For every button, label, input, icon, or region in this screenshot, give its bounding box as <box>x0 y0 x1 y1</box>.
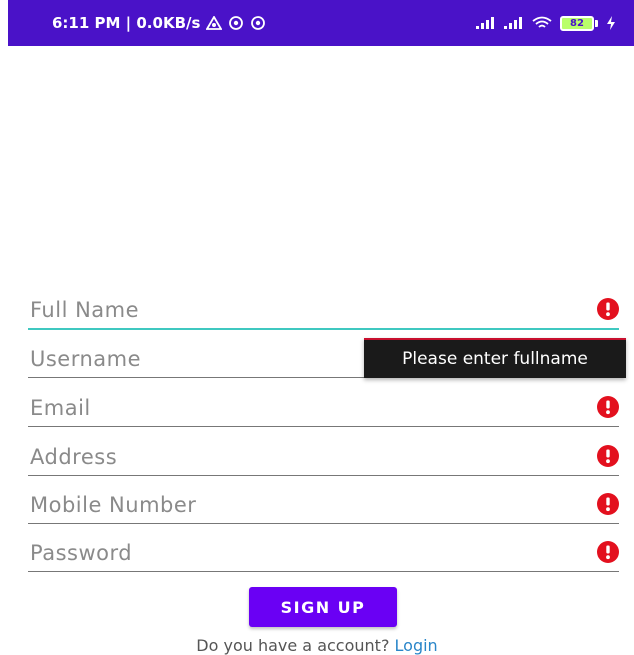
status-left: 6:11 PM | 0.0KB/s <box>52 14 266 32</box>
mobile-number-label: Mobile Number <box>30 493 197 517</box>
address-field[interactable]: Address <box>28 430 619 476</box>
full-name-label: Full Name <box>30 298 140 322</box>
status-bar: 6:11 PM | 0.0KB/s 82 <box>8 0 634 46</box>
alert-circle-icon <box>597 493 619 515</box>
charging-icon <box>606 16 616 30</box>
username-label: Username <box>30 347 142 371</box>
alert-circle-icon <box>597 445 619 467</box>
login-prompt: Do you have a account? Login <box>0 636 634 655</box>
alert-circle-icon <box>597 396 619 418</box>
alert-circle-icon <box>597 298 619 320</box>
signal-icon-2 <box>504 17 524 29</box>
password-field[interactable]: Password <box>28 526 619 572</box>
status-right: 82 <box>476 15 616 31</box>
email-field[interactable]: Email <box>28 381 619 427</box>
battery-level: 82 <box>560 15 594 31</box>
login-link[interactable]: Login <box>395 636 438 655</box>
alert-circle-icon <box>597 541 619 563</box>
error-tooltip: Please enter fullname <box>364 338 626 378</box>
sync-notification-icon-2 <box>250 15 266 31</box>
sync-notification-icon <box>228 15 244 31</box>
signal-icon <box>476 17 496 29</box>
full-name-field[interactable]: Full Name <box>28 284 619 330</box>
triangle-notification-icon <box>206 16 223 30</box>
login-prompt-text: Do you have a account? <box>196 636 390 655</box>
battery-icon: 82 <box>560 15 598 31</box>
password-label: Password <box>30 541 133 565</box>
wifi-icon <box>532 16 552 30</box>
sign-up-button[interactable]: SIGN UP <box>249 587 397 627</box>
address-label: Address <box>30 445 118 469</box>
status-text: 6:11 PM | 0.0KB/s <box>52 14 201 32</box>
email-label: Email <box>30 396 91 420</box>
mobile-number-field[interactable]: Mobile Number <box>28 478 619 524</box>
